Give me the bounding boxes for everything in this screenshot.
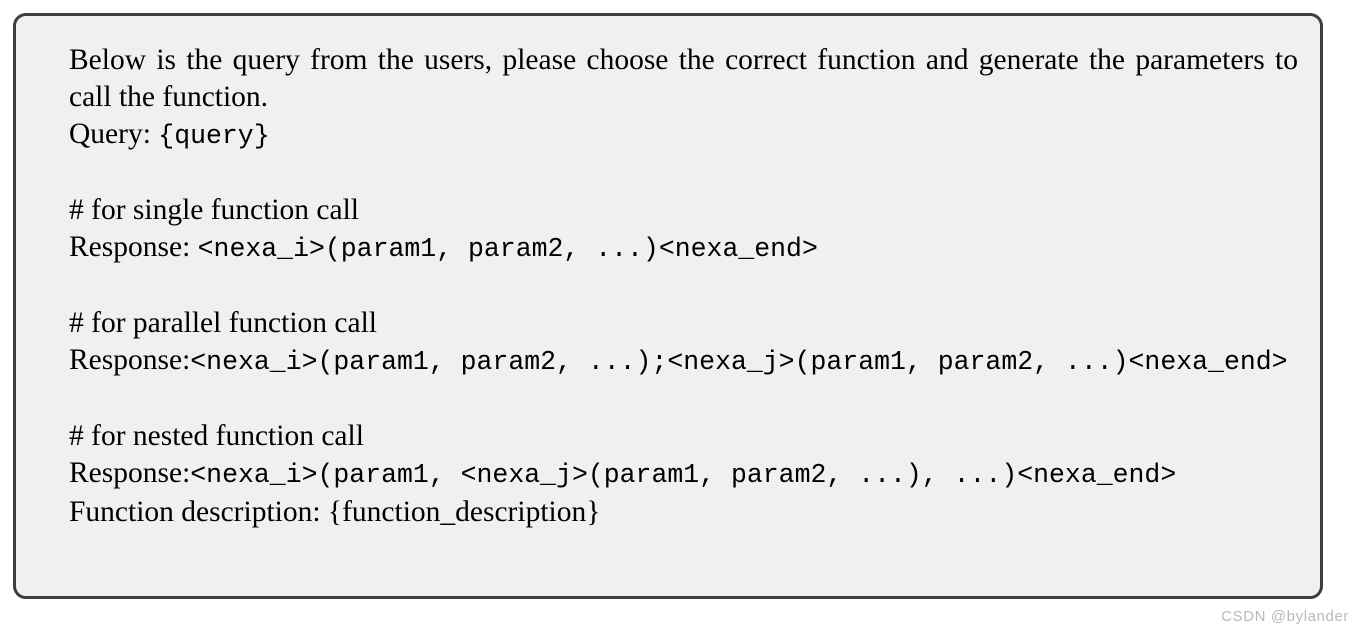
query-placeholder: {query} bbox=[158, 121, 270, 151]
nested-call-response-line: Response:<nexa_i>(param1, <nexa_j>(param… bbox=[69, 455, 1298, 494]
prompt-template-card: Below is the query from the users, pleas… bbox=[13, 13, 1323, 599]
parallel-call-response-line: Response:<nexa_i>(param1, param2, ...);<… bbox=[69, 342, 1298, 381]
function-description-label: Function description: bbox=[69, 496, 321, 528]
nested-call-comment: # for nested function call bbox=[69, 420, 364, 452]
single-call-response-label: Response: bbox=[69, 231, 198, 263]
parallel-call-response-label: Response: bbox=[69, 344, 191, 376]
intro-paragraph: Below is the query from the users, pleas… bbox=[69, 44, 1298, 113]
nested-call-response-template: <nexa_i>(param1, <nexa_j>(param1, param2… bbox=[190, 460, 1177, 490]
parallel-call-comment: # for parallel function call bbox=[69, 307, 377, 339]
query-label: Query: bbox=[69, 118, 151, 150]
single-call-response-line: Response: <nexa_i>(param1, param2, ...)<… bbox=[69, 229, 1298, 268]
csdn-watermark: CSDN @bylander bbox=[1221, 608, 1349, 625]
query-line: Query: {query} bbox=[69, 116, 1298, 155]
single-call-comment: # for single function call bbox=[69, 194, 360, 226]
function-description-line: Function description: {function_descript… bbox=[69, 494, 1298, 531]
function-description-placeholder: {function_description} bbox=[327, 496, 601, 528]
nested-call-response-label: Response: bbox=[69, 457, 191, 489]
prompt-text-body: Below is the query from the users, pleas… bbox=[69, 42, 1298, 531]
parallel-call-response-template: <nexa_i>(param1, param2, ...);<nexa_j>(p… bbox=[190, 347, 1288, 377]
single-call-response-template: <nexa_i>(param1, param2, ...)<nexa_end> bbox=[197, 234, 818, 264]
